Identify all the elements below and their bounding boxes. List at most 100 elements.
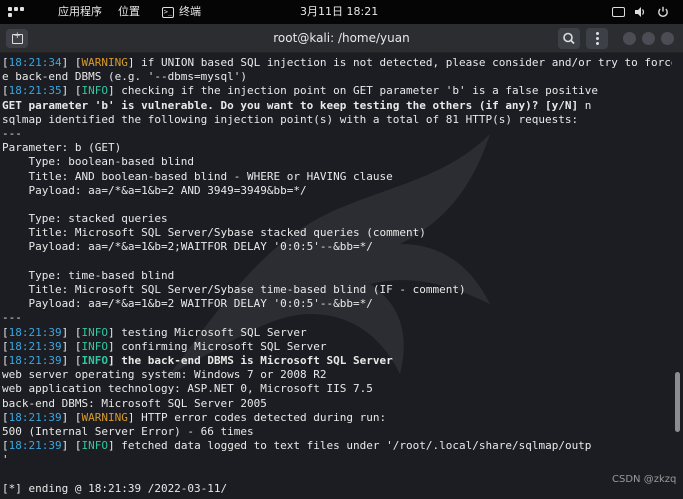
search-button[interactable] [558, 28, 580, 49]
minimize-button[interactable] [623, 32, 636, 45]
terminal-text-segment: ] testing Microsoft SQL Server [107, 325, 307, 339]
terminal-text-segment: Payload: aa=/*&a=1&b=2 AND 3949=3949&bb=… [2, 183, 307, 197]
screen-icon[interactable] [612, 7, 625, 17]
terminal-text-segment: 18:21:39 [8, 325, 62, 339]
window-title: root@kali: /home/yuan [273, 31, 410, 45]
terminal-text-segment: ] [ [61, 410, 82, 424]
terminal-line: --- [2, 127, 670, 141]
terminal-line: Payload: aa=/*&a=1&b=2;WAITFOR DELAY '0:… [2, 240, 670, 254]
terminal-text-segment: Type: stacked queries [2, 212, 168, 226]
terminal-text-segment: [ [2, 84, 9, 98]
terminal-line: [18:21:35] [INFO] checking if the inject… [2, 84, 670, 98]
terminal-line: e back-end DBMS (e.g. '--dbms=mysql') [2, 70, 670, 84]
terminal-text-segment: INFO [81, 339, 108, 353]
terminal-text-segment: --- [2, 311, 22, 325]
terminal-text-segment: ] [ [61, 56, 82, 69]
terminal-text-segment: ] if UNION based SQL injection is not de… [127, 56, 672, 69]
new-tab-button[interactable] [6, 29, 28, 48]
terminal-line: web application technology: ASP.NET 0, M… [2, 382, 670, 396]
terminal-text-segment: 18:21:35 [8, 84, 62, 98]
new-tab-icon [11, 31, 23, 44]
terminal-line: Payload: aa=/*&a=1&b=2 AND 3949=3949&bb=… [2, 184, 670, 198]
terminal-text-segment: ] fetched data logged to text files unde… [107, 439, 592, 453]
terminal-text-segment: web application technology: ASP.NET 0, M… [2, 382, 373, 396]
terminal-line: Payload: aa=/*&a=1&b=2 WAITFOR DELAY '0:… [2, 297, 670, 311]
menu-button[interactable] [586, 28, 608, 49]
scrollbar-thumb[interactable] [675, 372, 680, 432]
terminal-text-segment: Title: AND boolean-based blind - WHERE o… [2, 169, 393, 183]
terminal-text-segment: [ [2, 353, 9, 367]
terminal-text-segment: Type: boolean-based blind [2, 155, 195, 169]
terminal-text-segment: sqlmap identified the following injectio… [2, 112, 579, 126]
menu-dot-icon [595, 42, 599, 45]
apps-grid-icon[interactable] [8, 0, 24, 24]
csdn-watermark: CSDN @zkzq [612, 474, 677, 485]
terminal-text-segment: ] HTTP error codes detected during run: [127, 410, 387, 424]
terminal-lines: [18:21:34] [WARNING] if UNION based SQL … [2, 56, 672, 496]
terminal-icon: >_ [162, 6, 174, 18]
terminal-text-segment: WARNING [81, 410, 128, 424]
terminal-text-segment: ] checking if the injection point on GET… [107, 84, 599, 98]
terminal-line: Type: boolean-based blind [2, 155, 670, 169]
terminal-text-segment: INFO [81, 84, 108, 98]
terminal-line: --- [2, 311, 670, 325]
applications-menu[interactable]: 应用程序 [58, 0, 102, 24]
clock[interactable]: 3月11日 18:21 [300, 0, 390, 24]
terminal-text-segment: ] [ [61, 84, 82, 98]
terminal-output[interactable]: [18:21:34] [WARNING] if UNION based SQL … [0, 54, 672, 499]
terminal-line: [18:21:39] [INFO] fetched data logged to… [2, 439, 670, 453]
terminal-text-segment: back-end DBMS: Microsoft SQL Server 2005 [2, 396, 267, 410]
terminal-line: sqlmap identified the following injectio… [2, 113, 670, 127]
terminal-line: Parameter: b (GET) [2, 141, 670, 155]
terminal-text-segment: 18:21:39 [8, 410, 62, 424]
terminal-text-segment: [ [2, 56, 9, 69]
terminal-text-segment: ] [ [61, 353, 82, 367]
search-icon [563, 32, 575, 45]
terminal-text-segment: 18:21:39 [8, 439, 62, 453]
menu-dot-icon [595, 32, 599, 35]
terminal-text-segment: [ [2, 339, 9, 353]
terminal-menu[interactable]: >_ 终端 [162, 0, 201, 24]
terminal-menu-label: 终端 [179, 5, 201, 18]
close-button[interactable] [661, 32, 674, 45]
terminal-text-segment: 500 (Internal Server Error) - 66 times [2, 424, 254, 438]
terminal-text-segment: Type: time-based blind [2, 268, 175, 282]
terminal-line: Type: stacked queries [2, 212, 670, 226]
terminal-line: [18:21:39] [INFO] testing Microsoft SQL … [2, 326, 670, 340]
terminal-text-segment: Title: Microsoft SQL Server/Sybase time-… [2, 283, 466, 296]
terminal-line: Title: Microsoft SQL Server/Sybase time-… [2, 283, 670, 297]
terminal-line: [18:21:39] [INFO] confirming Microsoft S… [2, 340, 670, 354]
maximize-button[interactable] [642, 32, 655, 45]
terminal-text-segment: ] [ [61, 339, 82, 353]
terminal-text-segment: [*] ending @ 18:21:39 /2022-03-11/ [2, 481, 228, 495]
terminal-title-bar: root@kali: /home/yuan [0, 24, 683, 53]
terminal-line: [*] ending @ 18:21:39 /2022-03-11/ [2, 482, 670, 496]
volume-icon[interactable] [634, 6, 646, 18]
terminal-text-segment: web server operating system: Windows 7 o… [2, 368, 327, 382]
terminal-text-segment: ] the back-end DBMS is Microsoft SQL Ser… [107, 353, 393, 367]
terminal-text-segment: 18:21:39 [8, 339, 62, 353]
terminal-text-segment: Title: Microsoft SQL Server/Sybase stack… [2, 226, 426, 240]
terminal-text-segment: ] confirming Microsoft SQL Server [107, 339, 327, 353]
terminal-text-segment: e back-end DBMS (e.g. '--dbms=mysql') [2, 70, 248, 84]
terminal-line: GET parameter 'b' is vulnerable. Do you … [2, 99, 670, 113]
places-menu[interactable]: 位置 [118, 0, 140, 24]
terminal-text-segment: Parameter: b (GET) [2, 141, 122, 155]
terminal-text-segment: [ [2, 410, 9, 424]
terminal-text-segment: 18:21:39 [8, 353, 62, 367]
terminal-text-segment: Payload: aa=/*&a=1&b=2 WAITFOR DELAY '0:… [2, 297, 373, 311]
terminal-text-segment: 18:21:34 [8, 56, 62, 69]
menu-dot-icon [595, 37, 599, 40]
terminal-text-segment: [ [2, 439, 9, 453]
power-icon[interactable] [657, 6, 669, 18]
terminal-line: ' [2, 453, 670, 467]
terminal-line: [18:21:39] [WARNING] HTTP error codes de… [2, 411, 670, 425]
terminal-line: Title: AND boolean-based blind - WHERE o… [2, 170, 670, 184]
scrollbar[interactable] [672, 54, 683, 499]
terminal-line: 500 (Internal Server Error) - 66 times [2, 425, 670, 439]
terminal-line: [18:21:34] [WARNING] if UNION based SQL … [2, 56, 672, 70]
terminal-text-segment: WARNING [81, 56, 128, 69]
terminal-text-segment: GET parameter 'b' is vulnerable. Do you … [2, 98, 585, 112]
